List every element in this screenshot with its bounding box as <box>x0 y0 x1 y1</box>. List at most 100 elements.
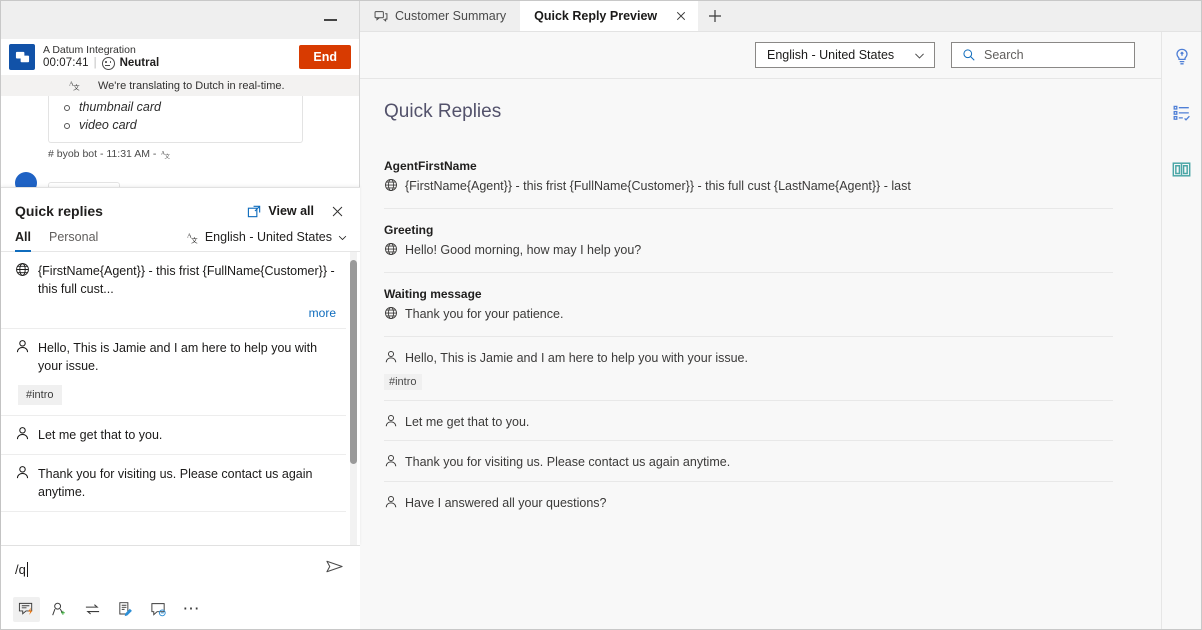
list-item: video card <box>61 116 290 134</box>
tabstrip: Customer Summary Quick Reply Preview <box>360 1 1201 32</box>
tab-customer-summary[interactable]: Customer Summary <box>360 1 520 31</box>
list-item[interactable]: Hello, This is Jamie and I am here to he… <box>1 329 346 415</box>
quick-reply-entry[interactable]: Let me get that to you. <box>384 401 1113 442</box>
entry-text: Thank you for your patience. <box>405 306 563 323</box>
more-options-button[interactable]: ⋯ <box>178 597 205 622</box>
translate-icon: A 文 <box>187 231 200 244</box>
send-icon <box>325 557 344 576</box>
notes-icon-button[interactable] <box>112 597 139 622</box>
quick-replies-icon-button[interactable] <box>13 597 40 622</box>
translation-notice-bar: A 文 We're translating to Dutch in real-t… <box>1 75 359 96</box>
page-title: Quick Replies <box>384 101 1113 123</box>
bot-message-card: thumbnail card video card <box>48 96 303 143</box>
search-placeholder: Search <box>984 48 1024 62</box>
customer-name: A Datum Integration <box>43 44 291 56</box>
tab-close-button[interactable] <box>672 7 690 25</box>
plus-icon <box>707 8 723 24</box>
bot-message-meta: # byob bot - 11:31 AM - A 文 <box>48 148 345 160</box>
quick-reply-entry[interactable]: Have I answered all your questions? <box>384 482 1113 522</box>
globe-icon <box>15 262 30 277</box>
person-icon <box>384 414 398 428</box>
entry-text: Hello! Good morning, how may I help you? <box>405 242 641 259</box>
entry-text: Let me get that to you. <box>405 414 529 431</box>
language-dropdown[interactable]: English - United States <box>755 42 935 68</box>
chat-icon <box>15 50 30 65</box>
view-all-button[interactable]: View all <box>247 204 314 219</box>
message-input-value: /q <box>15 562 26 577</box>
conversation-timer: 00:07:41 <box>43 57 89 70</box>
quick-replies-title: Quick replies <box>15 203 239 219</box>
transfer-icon <box>84 601 101 618</box>
language-selector[interactable]: A 文 English - United States <box>187 230 348 251</box>
linked-conversation-icon-button[interactable] <box>145 597 172 622</box>
preview-toolbar: English - United States <box>360 32 1161 79</box>
open-external-icon <box>247 204 262 219</box>
entry-label: AgentFirstName <box>384 159 1113 173</box>
right-panel: Customer Summary Quick Reply Preview <box>360 1 1201 629</box>
quick-reply-text: Hello, This is Jamie and I am here to he… <box>38 339 340 375</box>
translation-notice-text: We're translating to Dutch in real-time. <box>98 80 285 92</box>
chat-titlebar <box>1 1 359 39</box>
transfer-icon-button[interactable] <box>79 597 106 622</box>
quick-reply-entry[interactable]: Greeting Hello! Good morning, how may I … <box>384 209 1113 273</box>
quick-reply-entry[interactable]: AgentFirstName {FirstName{Agent}} - this… <box>384 159 1113 209</box>
application-window: A Datum Integration 00:07:41 | Neutral E… <box>0 0 1202 630</box>
conversation-meta: A Datum Integration 00:07:41 | Neutral <box>43 44 291 70</box>
content-area: English - United States <box>360 32 1201 629</box>
svg-text:文: 文 <box>73 83 80 92</box>
translate-icon: A 文 <box>69 79 82 92</box>
scrollbar-thumb[interactable] <box>350 260 357 464</box>
message-input[interactable]: /q <box>15 562 323 577</box>
quick-reply-entry[interactable]: Thank you for visiting us. Please contac… <box>384 441 1113 482</box>
person-icon <box>384 454 398 468</box>
composer-toolbar: ⋯ <box>1 592 360 626</box>
more-link[interactable]: more <box>15 298 340 324</box>
consult-person-search-icon <box>51 601 68 618</box>
agent-scripts-icon <box>1172 103 1192 123</box>
quick-reply-entry[interactable]: Hello, This is Jamie and I am here to he… <box>384 337 1113 401</box>
right-icon-rail <box>1161 32 1201 629</box>
quick-reply-entry[interactable]: Waiting message Thank you for your patie… <box>384 273 1113 337</box>
search-input[interactable]: Search <box>951 42 1135 68</box>
person-icon <box>384 350 398 364</box>
globe-icon <box>384 242 398 256</box>
person-icon <box>384 495 398 509</box>
new-tab-button[interactable] <box>698 1 732 31</box>
tab-label: Quick Reply Preview <box>534 9 657 23</box>
divider: | <box>94 57 97 70</box>
send-button[interactable] <box>323 557 346 581</box>
quick-replies-preview-body: Quick Replies AgentFirstName {FirstName{… <box>360 79 1161 629</box>
tab-all[interactable]: All <box>15 230 31 251</box>
quick-reply-text: Let me get that to you. <box>38 426 340 444</box>
quick-reply-text: Thank you for visiting us. Please contac… <box>38 465 340 501</box>
close-button[interactable] <box>326 200 348 222</box>
tab-quick-reply-preview[interactable]: Quick Reply Preview <box>520 1 698 31</box>
person-icon <box>15 465 30 480</box>
agent-scripts-button[interactable] <box>1166 98 1198 128</box>
quick-replies-list[interactable]: {FirstName{Agent}} - this frist {FullNam… <box>1 252 360 545</box>
text-caret <box>27 562 28 577</box>
quick-replies-tabs: All Personal A 文 English - United States <box>1 226 360 252</box>
tab-personal[interactable]: Personal <box>49 230 98 251</box>
translate-icon: A 文 <box>161 149 172 160</box>
avatar <box>9 44 35 70</box>
entry-text: Hello, This is Jamie and I am here to he… <box>405 350 748 367</box>
consult-icon-button[interactable] <box>46 597 73 622</box>
chat-panel: A Datum Integration 00:07:41 | Neutral E… <box>1 1 360 629</box>
list-item[interactable]: {FirstName{Agent}} - this frist {FullNam… <box>1 252 346 329</box>
end-conversation-button[interactable]: End <box>299 45 351 69</box>
conversation-icon <box>374 9 388 23</box>
minimize-button[interactable] <box>315 7 345 33</box>
entry-tag: #intro <box>384 374 422 390</box>
knowledge-base-button[interactable] <box>1166 154 1198 184</box>
list-item[interactable]: Thank you for visiting us. Please contac… <box>1 455 346 512</box>
list-item[interactable]: Let me get that to you. <box>1 416 346 455</box>
list-item: thumbnail card <box>61 98 290 116</box>
quick-reply-tag: #intro <box>18 385 62 405</box>
smart-assist-button[interactable] <box>1166 42 1198 72</box>
quick-replies-flyout: Quick replies View all <box>1 187 360 545</box>
content-main: English - United States <box>360 32 1161 629</box>
tab-label: Customer Summary <box>395 9 506 23</box>
entry-text: {FirstName{Agent}} - this frist {FullNam… <box>405 178 911 195</box>
person-icon <box>15 426 30 441</box>
